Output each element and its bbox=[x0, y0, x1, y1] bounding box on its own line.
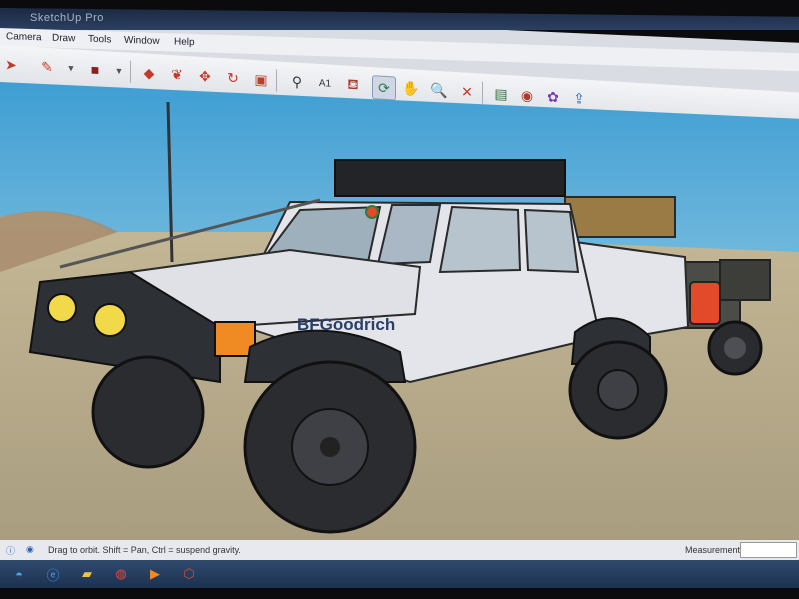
rooftop-tent bbox=[564, 196, 676, 238]
menu-tools[interactable]: Tools bbox=[88, 34, 111, 46]
text-label-icon[interactable]: A1 bbox=[314, 72, 336, 95]
geo-icon: ◉ bbox=[26, 544, 34, 554]
status-bar: ⓘ ◉ Drag to orbit. Shift = Pan, Ctrl = s… bbox=[0, 540, 799, 560]
menu-window[interactable]: Window bbox=[124, 35, 160, 47]
menu-help[interactable]: Help bbox=[174, 36, 195, 48]
pencil-line-icon[interactable]: ✎ bbox=[36, 55, 58, 78]
status-hint: Drag to orbit. Shift = Pan, Ctrl = suspe… bbox=[48, 545, 241, 555]
styles-icon[interactable]: ✿ bbox=[542, 85, 564, 108]
front-left-wheel bbox=[91, 355, 205, 469]
tape-measure-icon[interactable]: ⚲ bbox=[286, 70, 308, 93]
dropdown-arrow-icon[interactable]: ▼ bbox=[108, 59, 130, 82]
sketchup-icon[interactable]: ⬡ bbox=[176, 563, 202, 585]
zoom-icon[interactable]: 🔍 bbox=[428, 78, 450, 101]
model-viewport[interactable]: BFGoodrich bbox=[0, 82, 799, 542]
menu-camera[interactable]: Camera bbox=[6, 31, 42, 43]
paint-bucket-icon[interactable]: ⛾ bbox=[342, 73, 364, 96]
media-player-icon[interactable]: ▶ bbox=[142, 563, 168, 585]
scale-icon[interactable]: ▣ bbox=[250, 68, 272, 91]
fog-light bbox=[47, 293, 77, 323]
roof-rack bbox=[334, 159, 566, 197]
menu-draw[interactable]: Draw bbox=[52, 33, 75, 45]
start-icon[interactable]: ◓ bbox=[6, 563, 32, 585]
chrome-icon[interactable]: ◍ bbox=[108, 563, 134, 585]
taskbar: ◓ ⓔ ▰ ◍ ▶ ⬡ bbox=[0, 560, 799, 588]
materials-icon[interactable]: ◉ bbox=[516, 84, 538, 107]
push-pull-icon[interactable]: ◆ bbox=[138, 61, 160, 84]
internet-explorer-icon[interactable]: ⓔ bbox=[40, 563, 66, 585]
zoom-extents-icon[interactable]: ✕ bbox=[456, 80, 478, 103]
pan-icon[interactable]: ✋ bbox=[400, 77, 422, 100]
monitor-bezel bbox=[0, 588, 799, 599]
measurements-label: Measurements bbox=[685, 545, 745, 555]
dropdown-arrow-icon[interactable]: ▼ bbox=[60, 57, 82, 80]
rectangle-icon[interactable]: ■ bbox=[84, 58, 106, 81]
info-icon: ⓘ bbox=[6, 546, 16, 556]
folder-icon[interactable]: ▰ bbox=[74, 563, 100, 585]
select-icon[interactable]: ➤ bbox=[0, 53, 22, 76]
truck-model-scene: BFGoodrich bbox=[0, 82, 799, 542]
export-icon[interactable]: ⇪ bbox=[568, 87, 590, 110]
fog-light bbox=[93, 303, 127, 337]
axis-marker bbox=[365, 205, 379, 219]
jerry-can bbox=[689, 281, 721, 325]
rotate-icon[interactable]: ↻ bbox=[222, 66, 244, 89]
title-bar bbox=[0, 8, 799, 30]
move-icon[interactable]: ✥ bbox=[194, 65, 216, 88]
orbit-icon[interactable]: ⟳ bbox=[372, 75, 396, 101]
window-title: SketchUp Pro bbox=[30, 12, 104, 24]
components-icon[interactable]: ▤ bbox=[490, 82, 512, 105]
follow-me-icon[interactable]: ❦ bbox=[166, 63, 188, 86]
measurements-input[interactable] bbox=[740, 542, 797, 558]
